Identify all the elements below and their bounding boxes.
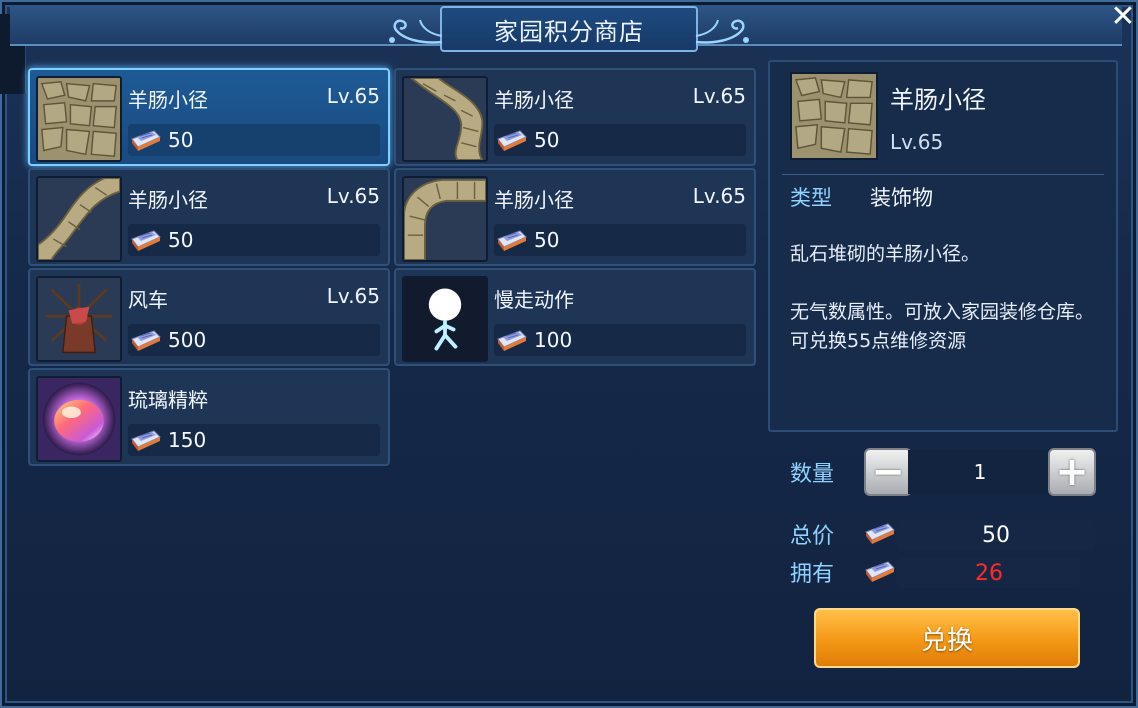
quantity-value: 1 [973,460,987,484]
item-price-bar: 150 [128,424,380,456]
item-price: 500 [168,328,207,352]
quantity-input[interactable]: 1 [908,450,1052,494]
item-name: 羊肠小径 [128,88,208,112]
owned-points-value: 26 [898,558,1080,588]
owned-label: 拥有 [790,562,835,587]
exchange-button[interactable]: 兑换 [814,608,1080,668]
walking-figure-icon [402,276,488,362]
plus-icon: + [1055,449,1089,495]
item-name: 琉璃精粹 [128,388,208,412]
item-price: 100 [534,328,573,352]
detail-level: Lv.65 [890,130,944,154]
points-coin-icon [494,125,528,153]
shop-item[interactable]: 风车 Lv.65 500 [28,268,390,366]
exchange-button-label: 兑换 [920,625,973,656]
stone-path-icon [790,72,878,160]
description-line: 乱石堆砌的羊肠小径。 [790,243,981,265]
item-level: Lv.65 [692,84,746,108]
detail-type-label: 类型 [790,186,832,210]
stone-path-icon [36,176,122,262]
shop-item[interactable]: 羊肠小径 Lv.65 50 [394,168,756,266]
shop-title: 家园积分商店 [494,17,644,46]
shop-item[interactable]: 慢走动作 100 [394,268,756,366]
item-price-bar: 50 [128,124,380,156]
stone-path-icon [36,76,122,162]
item-price-bar: 500 [128,324,380,356]
detail-type-value: 装饰物 [870,186,933,210]
item-level: Lv.65 [692,184,746,208]
item-name: 羊肠小径 [128,188,208,212]
close-icon: ✕ [1110,0,1136,34]
total-price-label: 总价 [790,524,835,549]
description-line: 无气数属性。可放入家园装修仓库。 [790,301,1095,323]
item-price: 150 [168,428,207,452]
shop-item[interactable]: 琉璃精粹 150 [28,368,390,466]
points-coin-icon [128,125,162,153]
item-name: 慢走动作 [494,288,574,312]
close-button[interactable]: ✕ [1108,0,1138,34]
stone-path-icon [402,176,488,262]
points-coin-icon [128,225,162,253]
points-coin-icon [128,325,162,353]
total-price-value: 50 [898,520,1094,550]
windmill-icon [36,276,122,362]
item-level: Lv.65 [326,84,380,108]
item-price-bar: 50 [494,124,746,156]
item-name: 羊肠小径 [494,88,574,112]
points-coin-icon [494,225,528,253]
item-price-bar: 50 [494,224,746,256]
increase-quantity-button[interactable]: + [1048,448,1096,496]
divider [782,174,1104,175]
quantity-label: 数量 [790,462,835,487]
item-price: 50 [168,128,194,152]
points-coin-icon [862,556,896,584]
title-plaque: 家园积分商店 [389,6,749,52]
item-detail-panel: 羊肠小径 Lv.65 类型 装饰物 乱石堆砌的羊肠小径。 无气数属性。可放入家园… [768,60,1118,432]
detail-description: 乱石堆砌的羊肠小径。 无气数属性。可放入家园装修仓库。 可兑换55点维修资源 [790,240,1110,356]
ornament-right-icon [695,19,749,44]
points-coin-icon [128,425,162,453]
item-name: 羊肠小径 [494,188,574,212]
item-name: 风车 [128,288,168,312]
points-coin-icon [494,325,528,353]
minus-icon: − [871,449,905,495]
item-price: 50 [534,228,560,252]
item-price-bar: 100 [494,324,746,356]
decrease-quantity-button[interactable]: − [864,448,912,496]
shop-item[interactable]: 羊肠小径 Lv.65 50 [394,68,756,166]
detail-name: 羊肠小径 [890,86,986,114]
shop-item[interactable]: 羊肠小径 Lv.65 50 [28,68,390,166]
item-level: Lv.65 [326,184,380,208]
item-price-bar: 50 [128,224,380,256]
shop-item[interactable]: 羊肠小径 Lv.65 50 [28,168,390,266]
ornament-left-icon [389,19,443,44]
stone-path-icon [402,76,488,162]
item-level: Lv.65 [326,284,380,308]
glass-essence-icon [36,376,122,462]
item-price: 50 [168,228,194,252]
item-price: 50 [534,128,560,152]
points-coin-icon [862,518,896,546]
description-line: 可兑换55点维修资源 [790,330,967,352]
